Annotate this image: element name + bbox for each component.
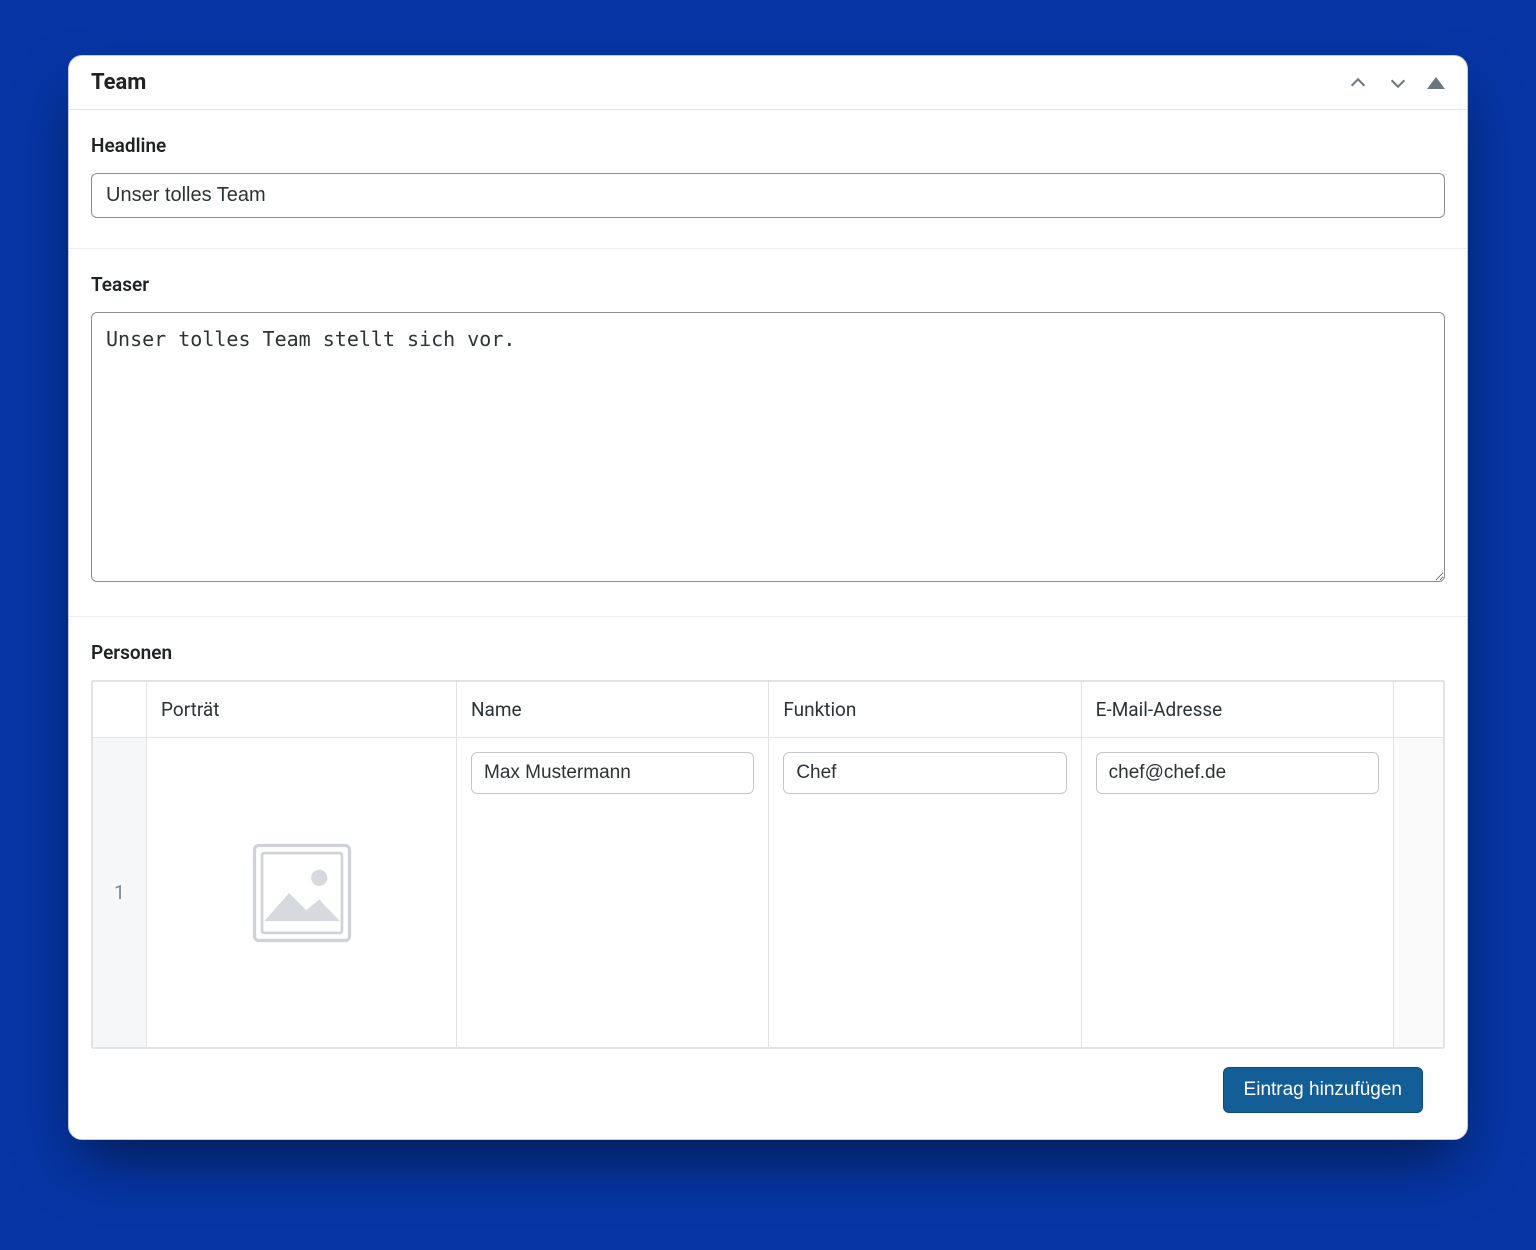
footer-actions: Eintrag hinzufügen [91, 1049, 1445, 1139]
row-actions-cell [1394, 738, 1444, 1048]
teaser-label: Teaser [91, 273, 1445, 296]
header-portrait: Porträt [147, 682, 457, 738]
header-funktion: Funktion [769, 682, 1081, 738]
teaser-textarea[interactable] [91, 312, 1445, 582]
headline-section: Headline [69, 110, 1467, 249]
panel-actions [1347, 72, 1445, 94]
personen-table: Porträt Name Funktion E-Mail-Adresse 1 [92, 681, 1444, 1048]
chevron-down-icon[interactable] [1387, 72, 1409, 94]
panel-title: Team [91, 70, 146, 95]
panel-header: Team [69, 56, 1467, 110]
personen-label: Personen [91, 641, 1445, 664]
funktion-input[interactable] [783, 752, 1066, 794]
header-name: Name [457, 682, 769, 738]
add-entry-button[interactable]: Eintrag hinzufügen [1223, 1067, 1423, 1113]
header-email: E-Mail-Adresse [1081, 682, 1393, 738]
chevron-up-icon[interactable] [1347, 72, 1369, 94]
header-index [93, 682, 147, 738]
team-panel: Team Headline Teaser Personen [68, 55, 1468, 1140]
name-cell [457, 738, 769, 1048]
email-cell [1081, 738, 1393, 1048]
table-row: 1 [93, 738, 1444, 1048]
teaser-section: Teaser [69, 249, 1467, 617]
headline-input[interactable] [91, 173, 1445, 218]
personen-section: Personen Porträt Name Funktion [69, 617, 1467, 1139]
portrait-cell [147, 738, 457, 1048]
headline-label: Headline [91, 134, 1445, 157]
name-input[interactable] [471, 752, 754, 794]
table-header-row: Porträt Name Funktion E-Mail-Adresse [93, 682, 1444, 738]
funktion-cell [769, 738, 1081, 1048]
email-input[interactable] [1096, 752, 1379, 794]
header-actions [1394, 682, 1444, 738]
image-placeholder-icon[interactable] [248, 839, 356, 947]
row-index: 1 [93, 738, 147, 1048]
personen-table-wrap: Porträt Name Funktion E-Mail-Adresse 1 [91, 680, 1445, 1049]
collapse-up-icon[interactable] [1427, 77, 1445, 89]
